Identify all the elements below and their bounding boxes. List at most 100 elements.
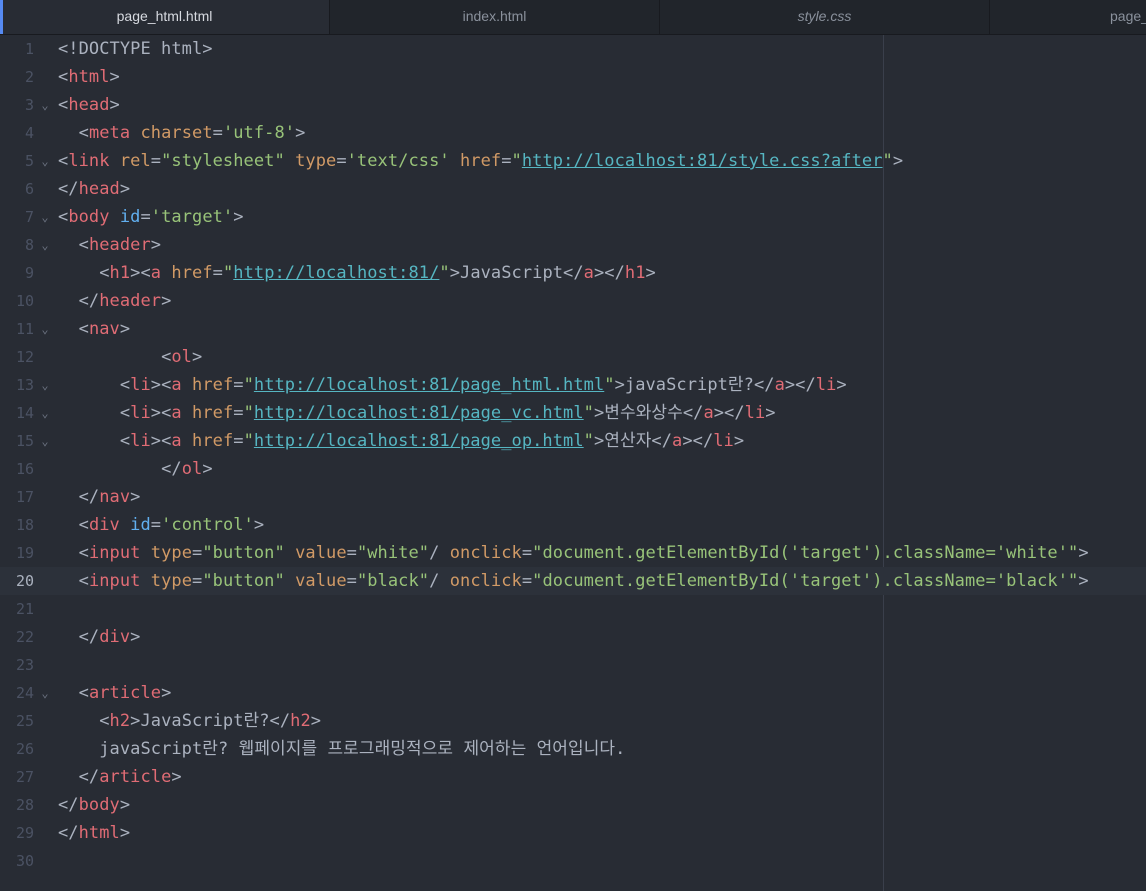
code-url[interactable]: http://localhost:81/	[233, 263, 439, 283]
code-line[interactable]: 4 <meta charset='utf-8'>	[0, 119, 1146, 147]
line-number[interactable]: 19	[0, 539, 34, 567]
code-line[interactable]: 8 ⌄ <header>	[0, 231, 1146, 259]
code-line[interactable]: 26 javaScript란? 웹페이지를 프로그래밍적으로 제어하는 언어입니…	[0, 735, 1146, 763]
line-number[interactable]: 6	[0, 175, 34, 203]
code-line[interactable]: 24 ⌄ <article>	[0, 679, 1146, 707]
line-number[interactable]: 9	[0, 259, 34, 287]
line-number[interactable]: 8	[0, 231, 34, 259]
code-line[interactable]: 13 ⌄ <li><a href="http://localhost:81/pag…	[0, 371, 1146, 399]
code-line[interactable]: 14 ⌄ <li><a href="http://localhost:81/pag…	[0, 399, 1146, 427]
code-line[interactable]: 22 </div>	[0, 623, 1146, 651]
code-punctuation: >	[171, 767, 182, 787]
code-string: "black"	[356, 571, 430, 591]
code-line[interactable]: 16 </ol>	[0, 455, 1146, 483]
code-line[interactable]: 5 ⌄ <link rel="stylesheet" type='text/css'…	[0, 147, 1146, 175]
code-punctuation: >	[161, 291, 172, 311]
code-line[interactable]: 28 </body>	[0, 791, 1146, 819]
line-number[interactable]: 21	[0, 595, 34, 623]
code-line[interactable]: 19 <input type="button" value="white"/ o…	[0, 539, 1146, 567]
code-line[interactable]: 3 ⌄ <head>	[0, 91, 1146, 119]
line-number[interactable]: 26	[0, 735, 34, 763]
line-number[interactable]: 17	[0, 483, 34, 511]
code-url[interactable]: http://localhost:81/style.css?after	[522, 151, 883, 171]
fold-chevron-icon[interactable]: ⌄	[38, 91, 52, 119]
code-url[interactable]: http://localhost:81/page_op.html	[254, 431, 584, 451]
line-number[interactable]: 5	[0, 147, 34, 175]
line-number[interactable]: 15	[0, 427, 34, 455]
code-attribute: href	[192, 375, 234, 395]
fold-chevron-icon[interactable]: ⌄	[38, 315, 52, 343]
code-line[interactable]: 6 </head>	[0, 175, 1146, 203]
code-line[interactable]: 27 </article>	[0, 763, 1146, 791]
fold-chevron-icon[interactable]: ⌄	[38, 231, 52, 259]
code-line[interactable]: 20 <input type="button" value="black"/ o…	[0, 567, 1146, 595]
code-line[interactable]: 2 <html>	[0, 63, 1146, 91]
code-punctuation: =	[521, 571, 533, 591]
fold-chevron-icon[interactable]: ⌄	[38, 371, 52, 399]
code-tag: li	[130, 375, 151, 395]
code-line[interactable]: 25 <h2>JavaScript란?</h2>	[0, 707, 1146, 735]
line-number[interactable]: 23	[0, 651, 34, 679]
line-number[interactable]: 27	[0, 763, 34, 791]
code-punctuation: ><	[150, 375, 172, 395]
code-line[interactable]: 30	[0, 847, 1146, 875]
line-number[interactable]: 4	[0, 119, 34, 147]
line-number[interactable]: 12	[0, 343, 34, 371]
line-number[interactable]: 16	[0, 455, 34, 483]
code-string: "document.getElementById('target').class…	[532, 543, 1079, 563]
code-line[interactable]: 10 </header>	[0, 287, 1146, 315]
fold-chevron-icon[interactable]: ⌄	[38, 427, 52, 455]
line-number[interactable]: 11	[0, 315, 34, 343]
line-number[interactable]: 20	[0, 567, 34, 595]
fold-chevron-icon[interactable]: ⌄	[38, 147, 52, 175]
code-line[interactable]: 15 ⌄ <li><a href="http://localhost:81/pag…	[0, 427, 1146, 455]
fold-chevron-icon[interactable]: ⌄	[38, 679, 52, 707]
code-line[interactable]: 18 <div id='control'>	[0, 511, 1146, 539]
code-url[interactable]: http://localhost:81/page_vc.html	[254, 403, 584, 423]
line-number[interactable]: 7	[0, 203, 34, 231]
code-punctuation: <	[119, 375, 131, 395]
code-punctuation: =	[212, 263, 223, 283]
line-number[interactable]: 28	[0, 791, 34, 819]
tab-style-css[interactable]: style.css	[660, 0, 990, 34]
code-line[interactable]: 21	[0, 595, 1146, 623]
code-punctuation: =	[346, 543, 357, 563]
code-editor[interactable]: 1 <!DOCTYPE html> 2 <html> 3 ⌄ <head> 4 <meta c…	[0, 35, 1146, 891]
code-line[interactable]: 17 </nav>	[0, 483, 1146, 511]
line-number[interactable]: 25	[0, 707, 34, 735]
code-line[interactable]: 23	[0, 651, 1146, 679]
line-number[interactable]: 29	[0, 819, 34, 847]
code-punctuation: ><	[130, 263, 151, 283]
fold-chevron-icon[interactable]: ⌄	[38, 399, 52, 427]
line-code: </body>	[58, 791, 130, 819]
line-number[interactable]: 14	[0, 399, 34, 427]
line-number[interactable]: 2	[0, 63, 34, 91]
code-line[interactable]: 29 </html>	[0, 819, 1146, 847]
line-number[interactable]: 18	[0, 511, 34, 539]
code-string: "	[243, 403, 254, 423]
line-code: <header>	[58, 231, 161, 259]
code-line[interactable]: 9 <h1><a href="http://localhost:81/">Jav…	[0, 259, 1146, 287]
code-punctuation: >	[310, 711, 322, 731]
line-number[interactable]: 1	[0, 35, 34, 63]
code-line[interactable]: 11 ⌄ <nav>	[0, 315, 1146, 343]
code-string: "	[511, 151, 522, 171]
fold-chevron-icon[interactable]: ⌄	[38, 203, 52, 231]
line-number[interactable]: 13	[0, 371, 34, 399]
code-punctuation: =	[336, 151, 347, 171]
tab-page-partial[interactable]: page_	[990, 0, 1146, 34]
tab-page-html[interactable]: page_html.html	[0, 0, 330, 34]
line-number[interactable]: 22	[0, 623, 34, 651]
line-number[interactable]: 3	[0, 91, 34, 119]
line-number[interactable]: 24	[0, 679, 34, 707]
line-number[interactable]: 10	[0, 287, 34, 315]
line-number[interactable]: 30	[0, 847, 34, 875]
code-line[interactable]: 12 <ol>	[0, 343, 1146, 371]
code-line[interactable]: 1 <!DOCTYPE html>	[0, 35, 1146, 63]
code-url[interactable]: http://localhost:81/page_html.html	[254, 375, 604, 395]
code-line[interactable]: 7 ⌄ <body id='target'>	[0, 203, 1146, 231]
tab-index-html[interactable]: index.html	[330, 0, 660, 34]
line-code: <body id='target'>	[58, 203, 244, 231]
code-punctuation: <	[78, 683, 89, 703]
